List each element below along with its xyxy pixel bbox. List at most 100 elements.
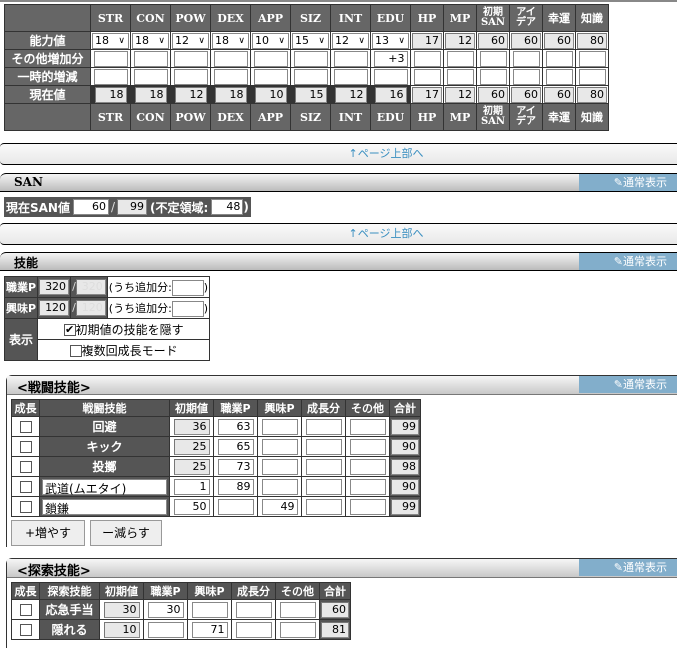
skill-initial-value[interactable]: 50 (173, 498, 210, 515)
attribute-select[interactable]: 18 ∨ (132, 32, 169, 49)
skill-growth-input[interactable] (235, 601, 272, 618)
skill-growth-input[interactable] (305, 478, 342, 495)
attribute-select[interactable]: 13 ∨ (372, 32, 409, 49)
skill-other-input[interactable] (349, 458, 386, 475)
attribute-other-input[interactable] (293, 50, 328, 67)
attribute-temp-input[interactable] (293, 68, 328, 85)
attribute-temp-input[interactable] (213, 68, 248, 85)
skill-other-input[interactable] (349, 478, 386, 495)
attribute-other-input[interactable] (512, 50, 540, 67)
skill-growth-input[interactable] (305, 458, 342, 475)
attribute-temp-input[interactable] (373, 68, 408, 85)
skill-name-input[interactable]: 鎖鎌 (42, 498, 167, 516)
skill-occupation-input[interactable] (147, 621, 184, 638)
attribute-other-input[interactable] (413, 50, 441, 67)
growth-checkbox[interactable] (19, 461, 32, 473)
skills-normal-view-button[interactable]: ✎通常表示 (579, 253, 677, 270)
skill-interest-input[interactable] (261, 458, 298, 475)
growth-checkbox[interactable] (19, 604, 32, 616)
skill-other-input[interactable] (279, 621, 316, 638)
attribute-other-input[interactable] (253, 50, 288, 67)
attribute-other-input[interactable] (173, 50, 208, 67)
skill-initial-value[interactable]: 1 (173, 478, 210, 495)
indefinite-value[interactable]: 48 (211, 199, 244, 215)
attribute-base-cell: 80 (575, 31, 609, 50)
skill-occupation-input[interactable] (217, 498, 254, 515)
attribute-temp-input[interactable] (446, 68, 474, 85)
attribute-select[interactable]: 12 ∨ (332, 32, 369, 49)
skill-interest-input[interactable] (261, 418, 298, 435)
growth-checkbox[interactable] (19, 481, 32, 493)
attribute-temp-input[interactable] (479, 68, 507, 85)
skill-other-input[interactable] (349, 418, 386, 435)
attribute-select[interactable]: 18 ∨ (212, 32, 249, 49)
hide-initial-checkbox[interactable]: ✔ (63, 324, 76, 336)
attribute-base-cell: 18 ∨ (210, 31, 251, 50)
attribute-select[interactable]: 12 ∨ (172, 32, 209, 49)
attribute-temp-input[interactable] (545, 68, 573, 85)
skill-occupation-input[interactable]: 63 (217, 418, 254, 435)
skill-name-input[interactable]: 武道(ムエタイ) (42, 478, 167, 496)
skill-other-input[interactable] (349, 438, 386, 455)
attribute-other-input[interactable] (446, 50, 474, 67)
skill-interest-input[interactable]: 71 (191, 621, 228, 638)
current-san-input[interactable]: 60 (72, 199, 109, 215)
attribute-temp-input[interactable] (512, 68, 540, 85)
explore-normal-view-button[interactable]: ✎通常表示 (579, 559, 677, 576)
attribute-other-input[interactable]: +3 (373, 50, 408, 67)
add-skill-button[interactable]: +増やす (11, 520, 85, 546)
skill-growth-input[interactable] (305, 498, 342, 515)
multi-growth-checkbox[interactable] (69, 345, 82, 357)
attribute-other-input[interactable] (578, 50, 606, 67)
attribute-other-input[interactable] (93, 50, 128, 67)
attribute-temp-input[interactable] (133, 68, 168, 85)
attribute-other-input[interactable] (479, 50, 507, 67)
attribute-select[interactable]: 15 ∨ (292, 32, 329, 49)
growth-checkbox[interactable] (19, 624, 32, 636)
hide-initial-option[interactable]: ✔初期値の技能を隠す (37, 318, 211, 340)
hide-initial-label: 初期値の技能を隠す (75, 322, 184, 337)
remove-skill-button[interactable]: ー減らす (90, 520, 162, 546)
occupation-extra-input[interactable] (171, 279, 204, 296)
growth-checkbox[interactable] (19, 421, 32, 433)
attribute-select[interactable]: 10 ∨ (252, 32, 289, 49)
attribute-temp-input[interactable] (413, 68, 441, 85)
skill-other-input[interactable] (279, 601, 316, 618)
attribute-temp-input[interactable] (93, 68, 128, 85)
page-top-link[interactable]: ↑ページ上部へ (349, 224, 424, 244)
skill-occupation-input[interactable]: 65 (217, 438, 254, 455)
skill-occupation-input[interactable]: 30 (147, 601, 184, 618)
page-top-link[interactable]: ↑ページ上部へ (349, 144, 424, 164)
occupation-total: 320 (75, 279, 106, 295)
interest-total: 120 (75, 300, 106, 316)
attribute-other-input[interactable] (545, 50, 573, 67)
skill-growth-input[interactable] (305, 418, 342, 435)
page-top-bar: ↑ページ上部へ (0, 223, 677, 245)
skill-occupation-input[interactable]: 73 (217, 458, 254, 475)
growth-checkbox[interactable] (19, 441, 32, 453)
multi-growth-option[interactable]: 複数回成長モード (37, 339, 211, 361)
skill-growth-input[interactable] (235, 621, 272, 638)
skill-interest-input[interactable] (261, 478, 298, 495)
skill-occupation-input[interactable]: 89 (217, 478, 254, 495)
skill-other-input[interactable] (349, 498, 386, 515)
growth-checkbox[interactable] (19, 501, 32, 513)
attribute-temp-input[interactable] (173, 68, 208, 85)
attribute-select[interactable]: 18 ∨ (92, 32, 129, 49)
attribute-other-input[interactable] (133, 50, 168, 67)
column-header: 初期値 (99, 582, 144, 600)
combat-normal-view-button[interactable]: ✎通常表示 (579, 376, 677, 393)
attribute-other-input[interactable] (333, 50, 368, 67)
skill-interest-input[interactable]: 49 (261, 498, 298, 515)
attribute-temp-input[interactable] (578, 68, 606, 85)
attribute-other-input[interactable] (213, 50, 248, 67)
attribute-temp-input[interactable] (333, 68, 368, 85)
skill-interest-input[interactable] (261, 438, 298, 455)
attribute-base-cell: 10 ∨ (250, 31, 291, 50)
attribute-temp-input[interactable] (253, 68, 288, 85)
skill-interest-input[interactable] (191, 601, 228, 618)
skill-cell: 25 (169, 456, 214, 477)
san-normal-view-button[interactable]: ✎通常表示 (579, 174, 677, 191)
skill-growth-input[interactable] (305, 438, 342, 455)
interest-extra-input[interactable] (171, 300, 204, 317)
